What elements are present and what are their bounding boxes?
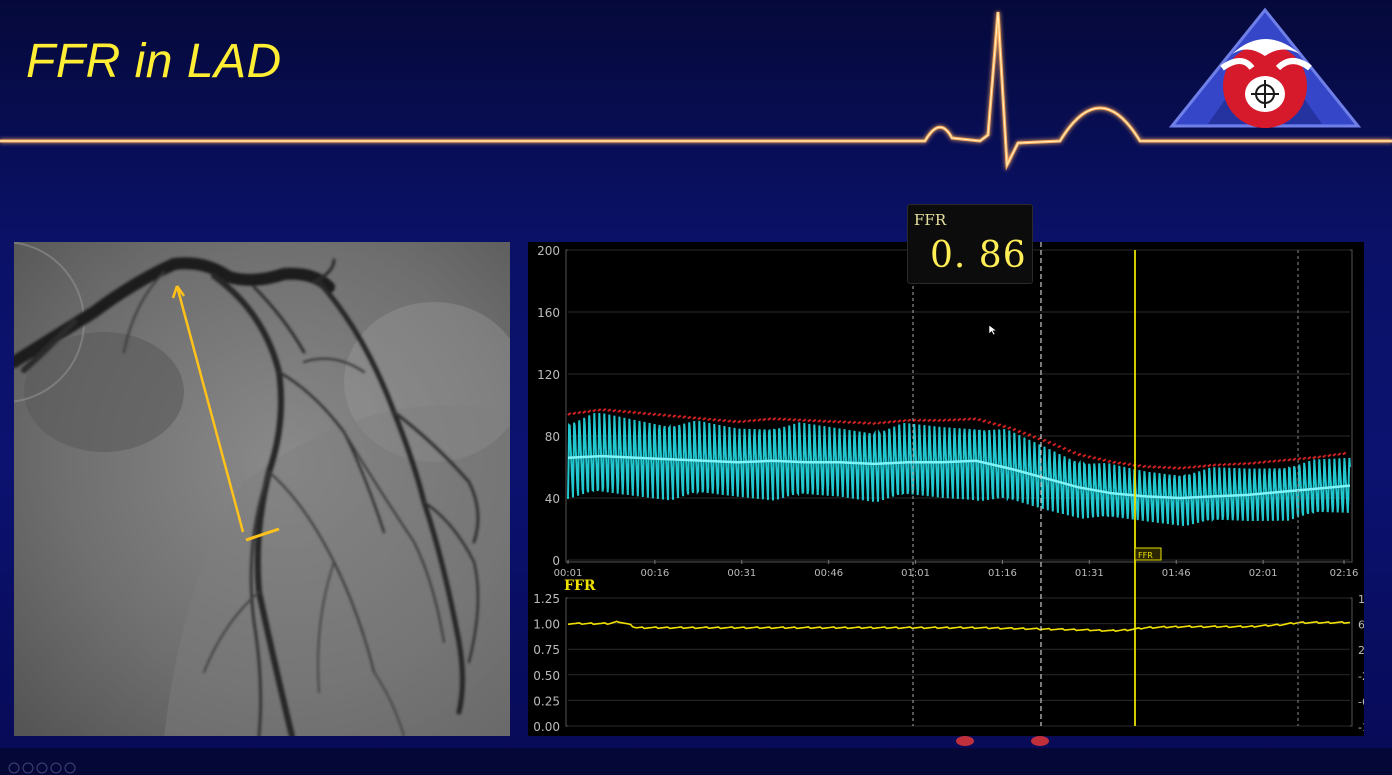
pressure-y-ticks: 200 160 120 80 40 0 <box>537 244 560 568</box>
player-controls <box>8 762 76 774</box>
pressure-x-tick-label: 00:31 <box>727 568 756 579</box>
ffr-y-tick-label: 0.25 <box>533 694 560 708</box>
pressure-monitor-panel: 200 160 120 80 40 0 00:01 00:16 00:31 00:46 01:01… <box>528 242 1376 736</box>
control-menu-icon[interactable] <box>64 762 76 774</box>
ffr-y2-tick-label: 6 <box>1358 619 1364 632</box>
ffr-y2-tick-label: -6 <box>1358 695 1364 708</box>
ffr-y-tick-label: 0.00 <box>533 720 560 734</box>
pressure-x-tick-label: 01:46 <box>1162 568 1191 579</box>
ffr-chart-title: FFR <box>564 578 596 594</box>
ffr-marker-label: FFR <box>1138 551 1153 560</box>
angiogram-image <box>14 242 510 736</box>
nav-dot-1[interactable] <box>956 736 974 746</box>
nav-dot-2[interactable] <box>1031 736 1049 746</box>
pressure-x-tick-label: 00:46 <box>814 568 843 579</box>
pressure-y-tick-label: 200 <box>537 244 560 258</box>
ffr-y-tick-label: 0.75 <box>533 643 560 657</box>
pressure-x-tick-label: 02:01 <box>1249 568 1278 579</box>
ffr-y-tick-label: 1.25 <box>533 592 560 606</box>
pressure-x-tick-label: 01:01 <box>901 568 930 579</box>
pressure-y-tick-label: 160 <box>537 306 560 320</box>
player-control-bar <box>0 748 1392 775</box>
pressure-y-tick-label: 0 <box>552 554 560 568</box>
control-pen-icon[interactable] <box>22 762 34 774</box>
pressure-x-ticks: 00:01 00:16 00:31 00:46 01:01 01:16 01:31 01:46… <box>554 560 1359 579</box>
ffr-readout-value: 0. 86 <box>930 235 1027 276</box>
control-prev-icon[interactable] <box>8 762 20 774</box>
slide-nav-dots <box>956 736 1049 746</box>
pressure-y-tick-label: 40 <box>545 492 560 506</box>
pressure-x-tick-label: 01:16 <box>988 568 1017 579</box>
ffr-y2-tick-label: -10 <box>1358 721 1364 734</box>
mouse-cursor-icon <box>988 324 998 336</box>
ffr-y2-tick-label: 2 <box>1358 644 1364 657</box>
ffr-y2-tick-label: 10 <box>1358 593 1364 606</box>
ffr-y2-ticks: 10 6 2 -2 -6 -10 <box>1358 593 1376 734</box>
ffr-y-tick-label: 0.50 <box>533 669 560 683</box>
ffr-y2-tick-label: -2 <box>1358 670 1364 683</box>
pressure-y-tick-label: 120 <box>537 368 560 382</box>
ffr-plot-area <box>565 597 1353 727</box>
ffr-readout-label: FFR <box>914 211 947 229</box>
pressure-x-tick-label: 01:31 <box>1075 568 1104 579</box>
ffr-y-tick-label: 1.00 <box>533 618 560 632</box>
ffr-readout-box: FFR 0. 86 <box>907 204 1033 284</box>
control-next-icon[interactable] <box>50 762 62 774</box>
institution-logo <box>1168 7 1362 128</box>
control-play-icon[interactable] <box>36 762 48 774</box>
ffr-y-ticks: 1.25 1.00 0.75 0.50 0.25 0.00 <box>533 592 560 734</box>
pressure-x-tick-label: 02:16 <box>1330 568 1359 579</box>
pressure-y-tick-label: 80 <box>545 430 560 444</box>
pressure-x-tick-label: 00:16 <box>640 568 669 579</box>
